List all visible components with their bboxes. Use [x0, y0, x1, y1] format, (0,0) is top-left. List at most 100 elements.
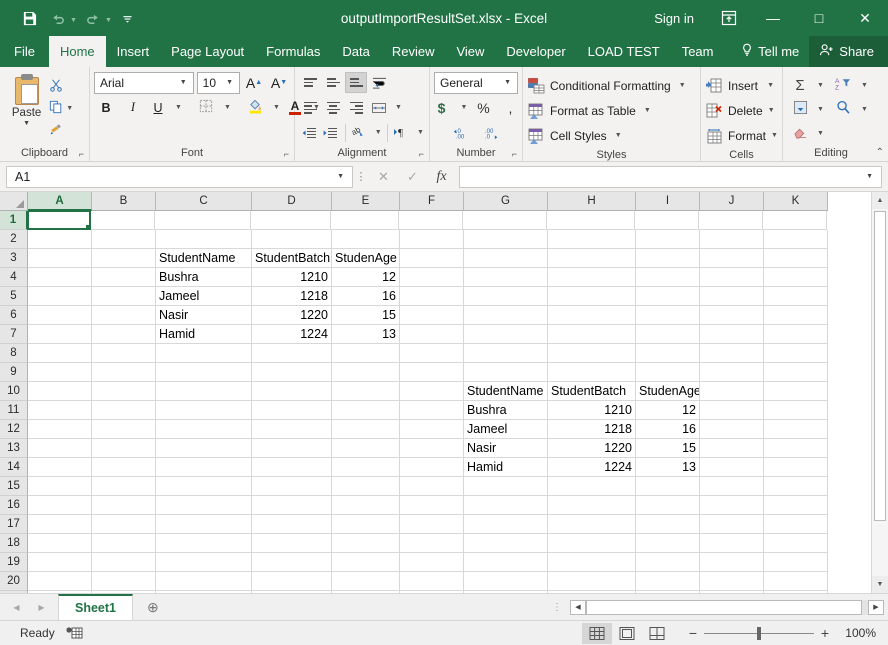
format-painter-button[interactable]	[49, 120, 64, 140]
cell-k19[interactable]	[764, 553, 828, 572]
name-box[interactable]: A1 ▼	[6, 165, 353, 188]
clear-button[interactable]	[789, 122, 811, 144]
cell-i9[interactable]	[636, 363, 700, 382]
cell-j1[interactable]	[699, 211, 763, 230]
column-header-g[interactable]: G	[464, 192, 548, 211]
row-header-1[interactable]: 1	[0, 211, 28, 230]
cell-e19[interactable]	[332, 553, 400, 572]
cell-i17[interactable]	[636, 515, 700, 534]
cell-styles-button[interactable]: Cell Styles ▼	[523, 123, 700, 148]
column-header-a[interactable]: A	[28, 192, 92, 211]
row-header-3[interactable]: 3	[0, 249, 28, 268]
comma-style-button[interactable]: ,	[499, 97, 521, 119]
fill-color-dropdown-icon[interactable]: ▼	[269, 97, 281, 119]
cell-b15[interactable]	[92, 477, 156, 496]
fill-button[interactable]	[789, 98, 811, 120]
chevron-down-icon[interactable]: ▼	[679, 82, 686, 89]
cell-e12[interactable]	[332, 420, 400, 439]
close-button[interactable]: ✕	[842, 0, 888, 36]
cell-g6[interactable]	[464, 306, 548, 325]
zoom-slider[interactable]	[704, 626, 814, 640]
cell-d20[interactable]	[252, 572, 332, 591]
cell-a21[interactable]	[28, 591, 92, 593]
text-direction-icon[interactable]: ¶	[392, 122, 412, 143]
cell-f11[interactable]	[400, 401, 464, 420]
cell-f7[interactable]	[400, 325, 464, 344]
row-header-6[interactable]: 6	[0, 306, 28, 325]
cell-h14[interactable]: 1224	[548, 458, 636, 477]
name-box-dropdown-icon[interactable]: ▼	[333, 173, 348, 180]
cell-e18[interactable]	[332, 534, 400, 553]
undo-icon[interactable]	[45, 5, 71, 31]
sort-and-filter-button[interactable]: AZ	[833, 74, 855, 96]
cell-j7[interactable]	[700, 325, 764, 344]
cell-i7[interactable]	[636, 325, 700, 344]
chevron-down-icon[interactable]: ▼	[222, 79, 237, 86]
scroll-right-button[interactable]: ▶	[868, 599, 884, 615]
sort-filter-dropdown-icon[interactable]: ▼	[861, 82, 868, 89]
cell-a20[interactable]	[28, 572, 92, 591]
cell-c19[interactable]	[156, 553, 252, 572]
cell-c7[interactable]: Hamid	[156, 325, 252, 344]
cell-h9[interactable]	[548, 363, 636, 382]
row-header-15[interactable]: 15	[0, 477, 28, 496]
cell-k16[interactable]	[764, 496, 828, 515]
number-dialog-launcher-icon[interactable]: ⌐	[512, 149, 517, 159]
zoom-slider-thumb[interactable]	[757, 626, 761, 640]
cell-e6[interactable]: 15	[332, 306, 400, 325]
cell-j17[interactable]	[700, 515, 764, 534]
cell-e10[interactable]	[332, 382, 400, 401]
decrease-indent-icon[interactable]	[299, 122, 319, 143]
cell-h20[interactable]	[548, 572, 636, 591]
cell-d13[interactable]	[252, 439, 332, 458]
align-middle-icon[interactable]	[322, 72, 344, 93]
column-header-d[interactable]: D	[252, 192, 332, 211]
underline-button[interactable]: U	[148, 97, 168, 119]
copy-button[interactable]: ▼	[49, 98, 73, 118]
increase-font-size-button[interactable]: A ▲	[243, 72, 265, 94]
enter-formula-button[interactable]: ✓	[398, 166, 427, 188]
clear-dropdown-icon[interactable]: ▼	[817, 130, 824, 137]
cell-e15[interactable]	[332, 477, 400, 496]
record-macro-icon[interactable]	[65, 626, 83, 640]
vertical-scroll-thumb[interactable]	[874, 211, 886, 521]
cell-b21[interactable]	[92, 591, 156, 593]
column-header-k[interactable]: K	[764, 192, 828, 211]
cell-b11[interactable]	[92, 401, 156, 420]
cell-k1[interactable]	[763, 211, 827, 230]
cell-d7[interactable]: 1224	[252, 325, 332, 344]
column-header-i[interactable]: I	[636, 192, 700, 211]
cell-f2[interactable]	[400, 230, 464, 249]
cell-g3[interactable]	[464, 249, 548, 268]
cell-a4[interactable]	[28, 268, 92, 287]
cell-b10[interactable]	[92, 382, 156, 401]
cell-b12[interactable]	[92, 420, 156, 439]
horizontal-scrollbar[interactable]: ◀ ▶	[570, 594, 888, 620]
accounting-dropdown-icon[interactable]: ▼	[461, 104, 468, 111]
cell-a6[interactable]	[28, 306, 92, 325]
cell-j12[interactable]	[700, 420, 764, 439]
redo-dropdown-icon[interactable]: ▼	[105, 17, 112, 24]
cell-h18[interactable]	[548, 534, 636, 553]
cell-i2[interactable]	[636, 230, 700, 249]
cell-k14[interactable]	[764, 458, 828, 477]
chevron-down-icon[interactable]: ▼	[176, 79, 191, 86]
row-header-16[interactable]: 16	[0, 496, 28, 515]
cell-h15[interactable]	[548, 477, 636, 496]
cell-i10[interactable]: StudenAge	[636, 382, 700, 401]
cell-a13[interactable]	[28, 439, 92, 458]
cell-a15[interactable]	[28, 477, 92, 496]
cell-g15[interactable]	[464, 477, 548, 496]
tab-team[interactable]: Team	[671, 36, 725, 67]
cell-g14[interactable]: Hamid	[464, 458, 548, 477]
cell-c15[interactable]	[156, 477, 252, 496]
conditional-formatting-button[interactable]: Conditional Formatting ▼	[523, 73, 700, 98]
cell-b1[interactable]	[91, 211, 155, 230]
cell-a11[interactable]	[28, 401, 92, 420]
cell-f4[interactable]	[400, 268, 464, 287]
cell-i3[interactable]	[636, 249, 700, 268]
merge-and-center-icon[interactable]	[368, 97, 390, 118]
cell-c1[interactable]	[155, 211, 251, 230]
cell-e14[interactable]	[332, 458, 400, 477]
cell-j21[interactable]	[700, 591, 764, 593]
